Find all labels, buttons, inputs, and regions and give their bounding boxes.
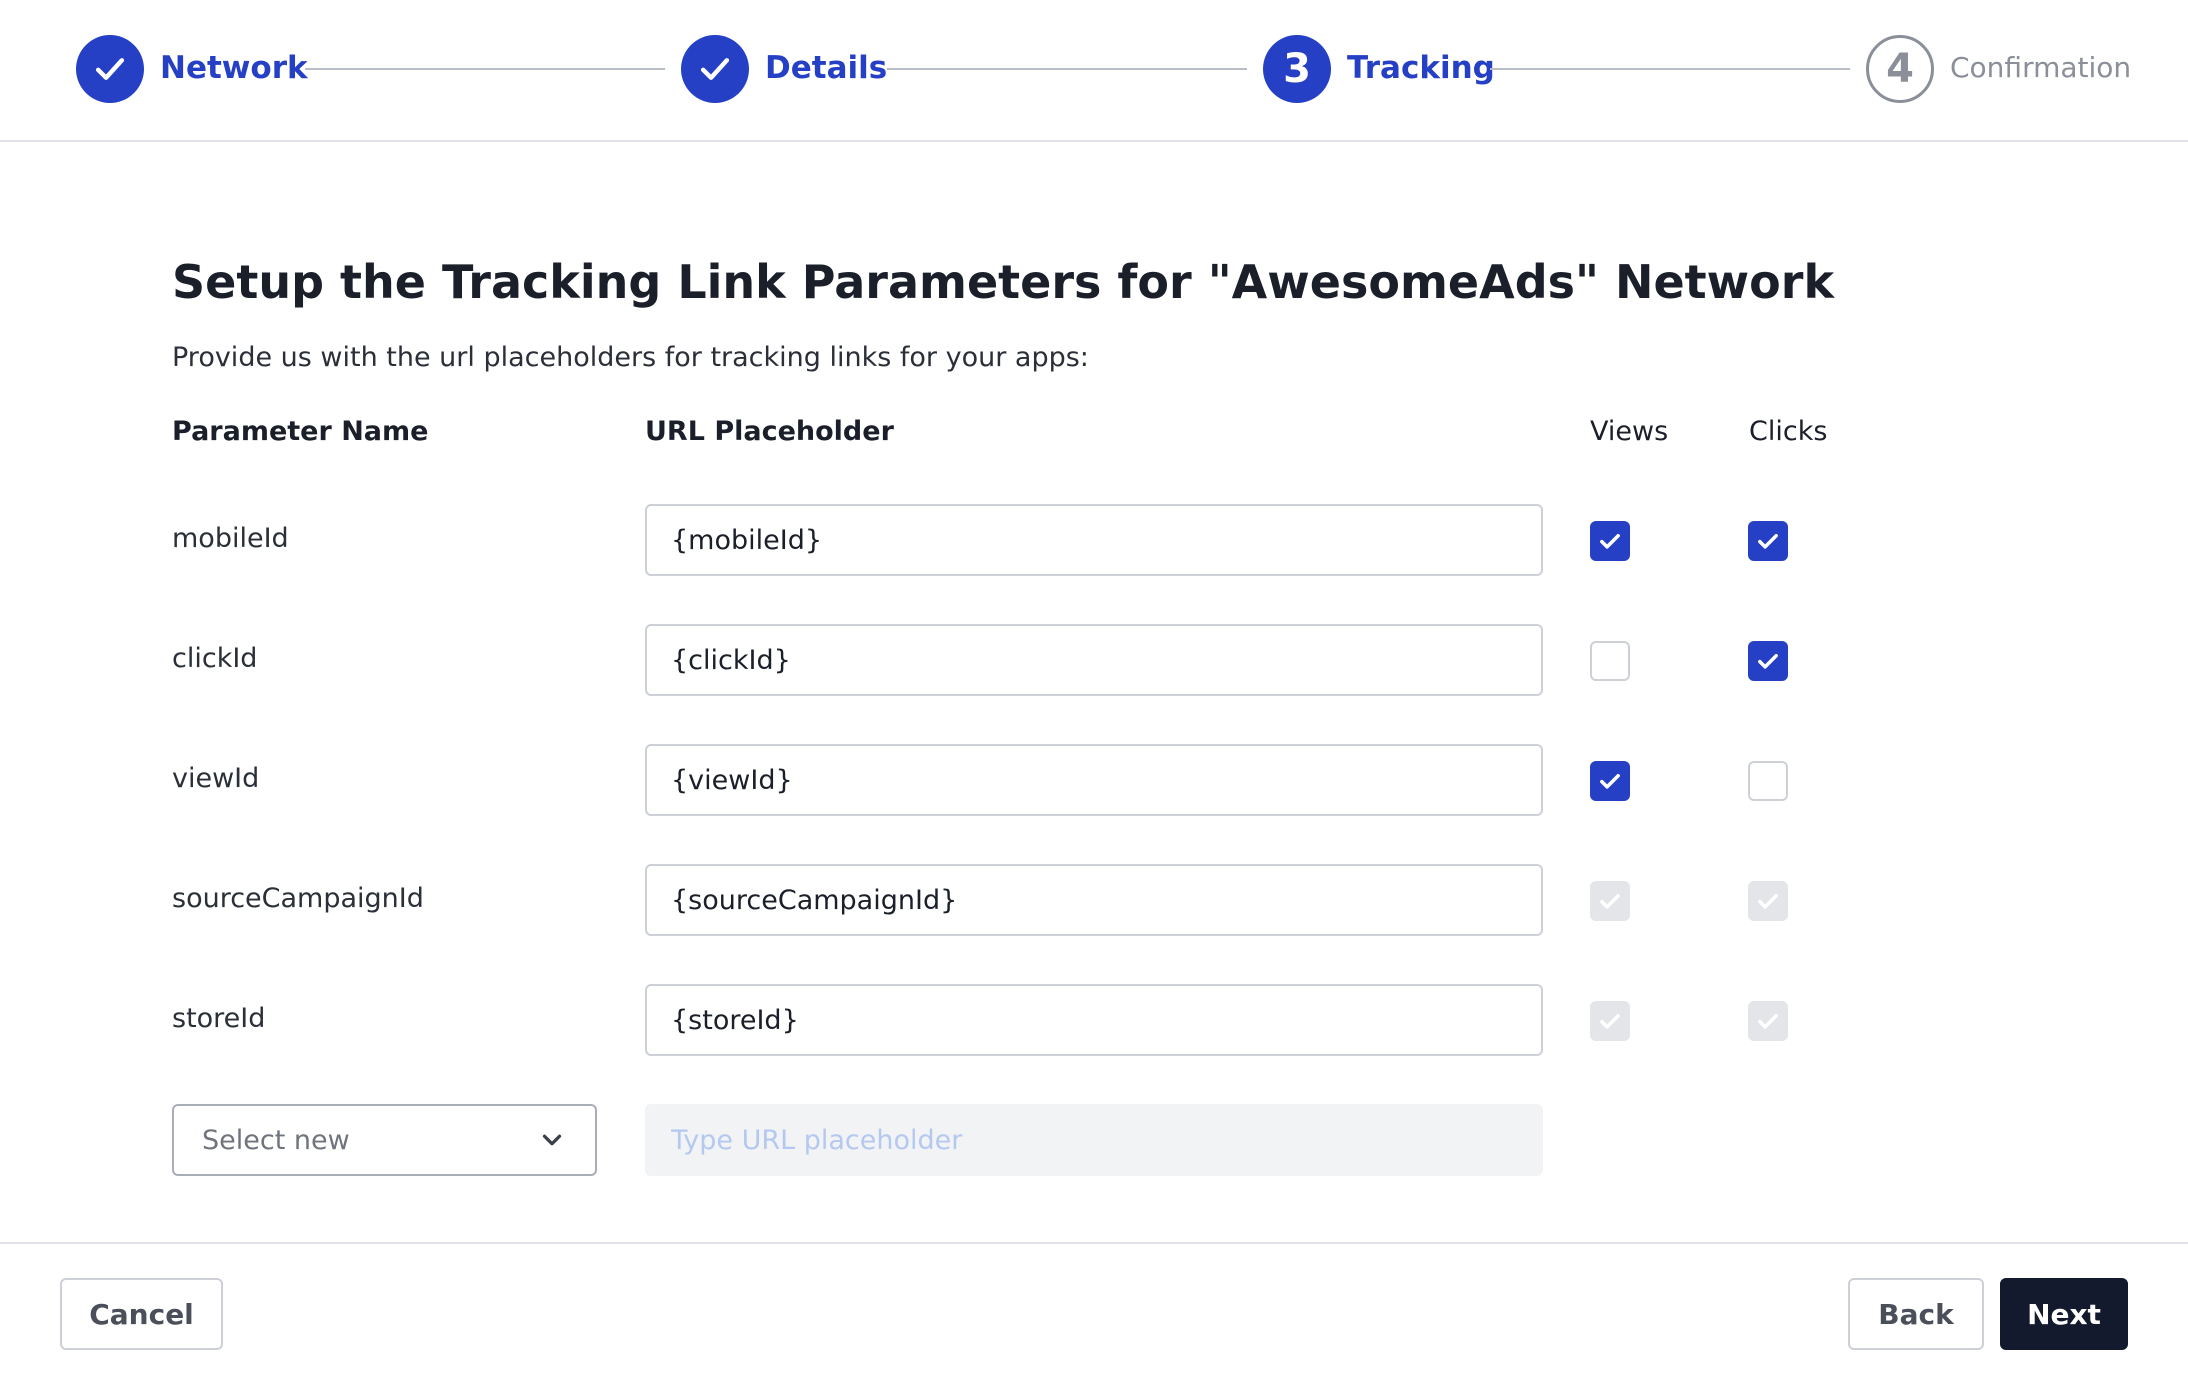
step-confirmation-number: 4 — [1866, 35, 1934, 103]
cancel-button[interactable]: Cancel — [60, 1278, 223, 1350]
select-new-parameter[interactable]: Select new — [172, 1104, 597, 1176]
check-icon — [1758, 1014, 1778, 1029]
step-network-label[interactable]: Network — [160, 46, 308, 90]
views-checkbox-clickid[interactable] — [1590, 641, 1630, 681]
footer-divider — [0, 1242, 2188, 1244]
url-placeholder-input-sourcecampaignid[interactable] — [645, 864, 1543, 936]
check-icon — [1758, 894, 1778, 909]
clicks-checkbox-viewid[interactable] — [1748, 761, 1788, 801]
step-connector — [887, 68, 1247, 70]
clicks-checkbox-sourcecampaignid — [1748, 881, 1788, 921]
column-header-parameter-name: Parameter Name — [172, 416, 429, 447]
step-tracking-number: 3 — [1263, 35, 1331, 103]
step-tracking-label: Tracking — [1347, 50, 1495, 86]
stepper: Network Details 3 Tracking 4 Confirmatio… — [0, 0, 2188, 142]
step-confirmation-label: Confirmation — [1950, 51, 2132, 84]
clicks-checkbox-storeid — [1748, 1001, 1788, 1041]
check-icon — [1600, 894, 1620, 909]
views-checkbox-sourcecampaignid — [1590, 881, 1630, 921]
back-button[interactable]: Back — [1848, 1278, 1984, 1350]
url-placeholder-input-clickid[interactable] — [645, 624, 1543, 696]
url-placeholder-input-storeid[interactable] — [645, 984, 1543, 1056]
chevron-down-icon — [542, 1134, 562, 1146]
url-placeholder-input-viewid[interactable] — [645, 744, 1543, 816]
check-icon — [1600, 774, 1620, 789]
step-details-check-icon — [681, 35, 749, 103]
step-details-label[interactable]: Details — [765, 46, 887, 90]
views-checkbox-mobileid[interactable] — [1590, 521, 1630, 561]
param-name-storeid: storeId — [172, 1003, 266, 1034]
column-header-clicks: Clicks — [1749, 416, 1828, 447]
views-checkbox-storeid — [1590, 1001, 1630, 1041]
clicks-checkbox-mobileid[interactable] — [1748, 521, 1788, 561]
wizard-page: Network Details 3 Tracking 4 Confirmatio… — [0, 0, 2188, 1376]
check-icon — [1758, 654, 1778, 669]
param-name-mobileid: mobileId — [172, 523, 289, 554]
check-icon — [1758, 534, 1778, 549]
step-number: 3 — [1283, 46, 1311, 92]
step-connector — [1490, 68, 1850, 70]
page-title: Setup the Tracking Link Parameters for "… — [172, 255, 1835, 309]
param-name-sourcecampaignid: sourceCampaignId — [172, 883, 424, 914]
param-name-clickid: clickId — [172, 643, 258, 674]
views-checkbox-viewid[interactable] — [1590, 761, 1630, 801]
select-new-placeholder: Select new — [202, 1124, 350, 1156]
check-icon — [1600, 1014, 1620, 1029]
new-url-placeholder-input — [645, 1104, 1543, 1176]
next-button[interactable]: Next — [2000, 1278, 2128, 1350]
param-name-viewid: viewId — [172, 763, 260, 794]
check-icon — [1600, 534, 1620, 549]
url-placeholder-input-mobileid[interactable] — [645, 504, 1543, 576]
step-network-check-icon — [76, 35, 144, 103]
page-subtitle: Provide us with the url placeholders for… — [172, 342, 1089, 373]
step-connector — [305, 68, 665, 70]
clicks-checkbox-clickid[interactable] — [1748, 641, 1788, 681]
column-header-views: Views — [1590, 416, 1669, 447]
step-number: 4 — [1886, 46, 1914, 92]
column-header-url-placeholder: URL Placeholder — [645, 416, 894, 447]
